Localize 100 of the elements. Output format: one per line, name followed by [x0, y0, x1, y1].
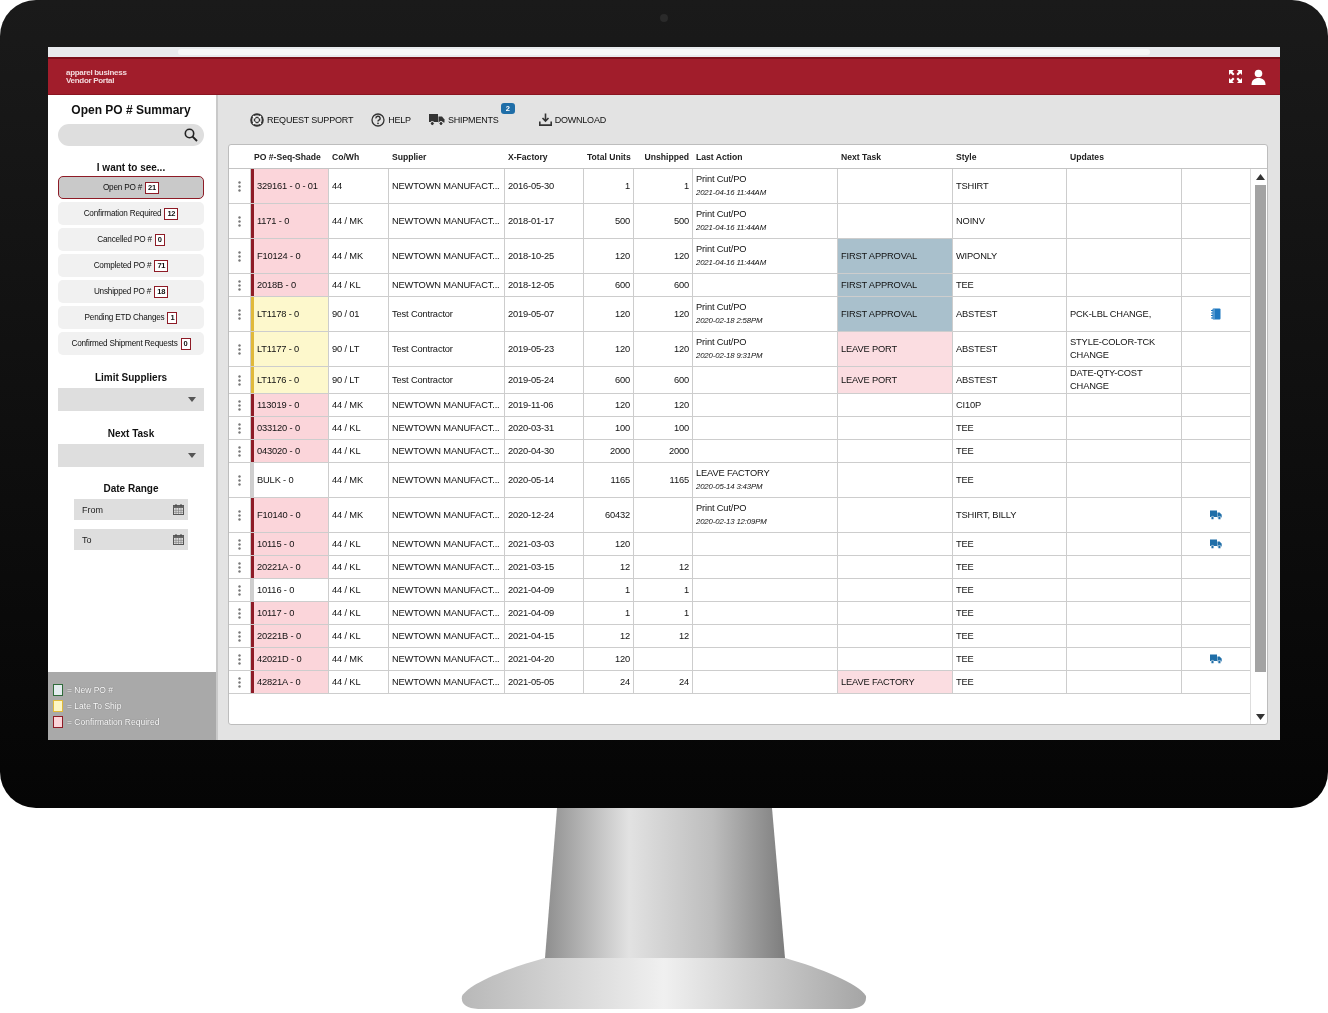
drag-handle-icon[interactable] — [238, 215, 241, 227]
table-cell: 120 — [614, 309, 630, 319]
calendar-icon[interactable] — [173, 534, 184, 545]
scroll-thumb[interactable] — [1255, 185, 1266, 672]
calendar-icon[interactable] — [173, 504, 184, 515]
column-header[interactable]: Last Action — [693, 151, 838, 162]
po-number-cell[interactable]: 10117 - 0 — [251, 602, 329, 624]
table-cell: ABSTEST — [956, 375, 998, 385]
drag-handle-icon[interactable] — [238, 250, 241, 262]
table-cell: 44 / MK — [332, 475, 363, 485]
legend-label: = New PO # — [67, 685, 114, 695]
drag-handle-icon[interactable] — [238, 584, 241, 596]
drag-handle-icon[interactable] — [238, 509, 241, 521]
table-cell: 12 — [678, 562, 689, 572]
legend-label: = Confirmation Required — [67, 717, 160, 727]
drag-handle-icon[interactable] — [238, 561, 241, 573]
section-title: Limit Suppliers — [93, 372, 169, 383]
po-number-cell[interactable]: 113019 - 0 — [251, 394, 329, 416]
column-header[interactable]: Co/Wh — [329, 151, 389, 162]
table-cell: Print Cut/PO — [696, 336, 747, 349]
truck-icon[interactable] — [1210, 654, 1222, 664]
drag-handle-icon[interactable] — [238, 399, 241, 411]
date-field[interactable]: From — [74, 499, 188, 520]
column-header[interactable]: Unshipped — [634, 151, 693, 162]
po-number-cell[interactable]: BULK - 0 — [251, 463, 329, 497]
po-number-cell[interactable]: 10115 - 0 — [251, 533, 329, 555]
drag-handle-icon[interactable] — [238, 422, 241, 434]
po-number-cell[interactable]: 1171 - 0 — [251, 204, 329, 238]
column-header[interactable]: X-Factory — [505, 151, 584, 162]
table-cell: 120 — [614, 539, 630, 549]
table-cell: 120 — [614, 654, 630, 664]
toolbar-button[interactable]: DOWNLOAD — [538, 113, 607, 126]
drag-handle-icon[interactable] — [238, 343, 241, 355]
portal-logo[interactable]: apparel business Vendor Portal — [66, 68, 127, 85]
task-tag: FIRST APPROVAL — [838, 274, 953, 296]
drag-handle-icon[interactable] — [238, 474, 241, 486]
drag-handle-icon[interactable] — [238, 445, 241, 457]
column-header[interactable]: Next Task — [838, 151, 953, 162]
po-number-cell[interactable]: F10124 - 0 — [251, 239, 329, 273]
po-number-cell[interactable]: 42021D - 0 — [251, 648, 329, 670]
search-field[interactable] — [58, 124, 204, 146]
date-field[interactable]: To — [74, 529, 188, 550]
po-number-cell[interactable]: 10116 - 0 — [251, 579, 329, 601]
table-cell: 24 — [678, 677, 689, 687]
drag-handle-icon[interactable] — [238, 308, 241, 320]
table-cell: 44 / KL — [332, 562, 361, 572]
truck-icon[interactable] — [1210, 539, 1222, 549]
table-cell: 44 / KL — [332, 446, 361, 456]
truck-icon[interactable] — [1210, 510, 1222, 520]
search-icon[interactable] — [184, 128, 198, 142]
table-cell: NOINV — [956, 216, 985, 226]
po-number-cell[interactable]: 329161 - 0 - 01 — [251, 169, 329, 203]
table-cell: 1 — [624, 181, 630, 191]
table-cell: 2019-05-07 — [508, 309, 555, 319]
drag-handle-icon[interactable] — [238, 538, 241, 550]
scroll-down-icon[interactable] — [1256, 714, 1265, 720]
table-cell: 44 / KL — [332, 585, 361, 595]
po-number-cell[interactable]: 043020 - 0 — [251, 440, 329, 462]
po-number-cell[interactable]: 20221B - 0 — [251, 625, 329, 647]
toolbar-button[interactable]: HELP — [371, 112, 411, 127]
column-header[interactable]: Supplier — [389, 151, 505, 162]
toolbar-button[interactable]: REQUEST SUPPORT — [250, 112, 354, 127]
drag-handle-icon[interactable] — [238, 653, 241, 665]
table-cell: NEWTOWN MANUFACT... — [392, 475, 500, 485]
po-number-cell[interactable]: 42821A - 0 — [251, 671, 329, 693]
column-header[interactable]: Total Units — [584, 151, 634, 162]
scrollbar[interactable] — [1250, 169, 1267, 724]
column-header[interactable]: Style — [953, 151, 1067, 162]
table-cell: Test Contractor — [392, 375, 453, 385]
table-cell: NEWTOWN MANUFACT... — [392, 677, 500, 687]
po-number-cell[interactable]: LT1176 - 0 — [251, 367, 329, 393]
task-tag: LEAVE FACTORY — [838, 671, 953, 693]
notebook-icon[interactable] — [1211, 308, 1221, 320]
drag-handle-icon[interactable] — [238, 374, 241, 386]
po-number-cell[interactable]: LT1177 - 0 — [251, 332, 329, 366]
table-cell: 120 — [673, 344, 689, 354]
table-cell: TEE — [956, 585, 974, 595]
drag-handle-icon[interactable] — [238, 279, 241, 291]
lifebuoy-icon — [250, 112, 264, 127]
drag-handle-icon[interactable] — [238, 607, 241, 619]
drag-handle-icon[interactable] — [238, 180, 241, 192]
table-cell: 120 — [673, 251, 689, 261]
legend-label: = Late To Ship — [67, 701, 122, 711]
scroll-up-icon[interactable] — [1256, 174, 1265, 180]
table-cell: 60432 — [604, 510, 630, 520]
po-number-cell[interactable]: 033120 - 0 — [251, 417, 329, 439]
po-number-cell[interactable]: F10140 - 0 — [251, 498, 329, 532]
po-number-cell[interactable]: 20221A - 0 — [251, 556, 329, 578]
po-number-cell[interactable]: 2018B - 0 — [251, 274, 329, 296]
expand-icon[interactable] — [1228, 69, 1243, 84]
table-cell: 2020-12-24 — [508, 510, 555, 520]
user-icon[interactable] — [1251, 68, 1266, 85]
drag-handle-icon[interactable] — [238, 630, 241, 642]
table-cell: 1 — [683, 585, 689, 595]
po-number-cell[interactable]: LT1178 - 0 — [251, 297, 329, 331]
drag-handle-icon[interactable] — [238, 676, 241, 688]
column-header[interactable]: Updates — [1067, 151, 1182, 162]
table-cell: 44 — [332, 181, 343, 191]
table-cell: 2021-03-15 — [508, 562, 555, 572]
column-header[interactable]: PO #-Seq-Shade — [251, 151, 329, 162]
